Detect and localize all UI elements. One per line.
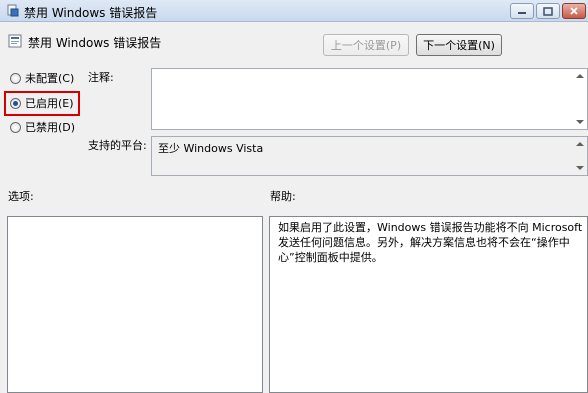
- help-text: 如果启用了此设置，Windows 错误报告功能将不向 Microsoft 发送任…: [278, 221, 583, 264]
- maximize-icon: [543, 6, 553, 16]
- scroll-up-icon[interactable]: [576, 73, 584, 79]
- window-title: 禁用 Windows 错误报告: [24, 6, 158, 20]
- radio-not-configured[interactable]: 未配置(C): [10, 70, 74, 86]
- policy-icon: [6, 4, 20, 18]
- next-setting-button[interactable]: 下一个设置(N): [416, 34, 502, 56]
- options-label: 选项:: [8, 190, 34, 203]
- options-panel: [7, 216, 263, 393]
- radio-button[interactable]: [10, 121, 21, 133]
- selection-highlight-box: [4, 91, 80, 116]
- help-label: 帮助:: [270, 190, 296, 203]
- scroll-up-icon[interactable]: [576, 141, 584, 147]
- setting-icon: [8, 34, 22, 48]
- radio-label: 已禁用(D): [25, 121, 76, 134]
- title-bar: 禁用 Windows 错误报告: [0, 0, 588, 22]
- scroll-down-icon[interactable]: [576, 165, 584, 171]
- maximize-button[interactable]: [536, 3, 560, 19]
- radio-button[interactable]: [10, 72, 21, 84]
- scroll-down-icon[interactable]: [576, 119, 584, 125]
- comment-textarea[interactable]: [151, 68, 588, 130]
- close-icon: [570, 7, 578, 15]
- platform-label: 支持的平台:: [88, 139, 147, 152]
- minimize-button[interactable]: [510, 3, 534, 19]
- previous-setting-button[interactable]: 上一个设置(P): [323, 34, 409, 56]
- platform-field: 至少 Windows Vista: [151, 136, 588, 176]
- comment-label: 注释:: [88, 71, 114, 84]
- minimize-icon: [518, 12, 526, 14]
- radio-disabled[interactable]: 已禁用(D): [10, 119, 75, 135]
- close-button[interactable]: [562, 3, 586, 19]
- setting-title: 禁用 Windows 错误报告: [28, 36, 162, 50]
- radio-label: 未配置(C): [25, 72, 75, 85]
- help-panel: 如果启用了此设置，Windows 错误报告功能将不向 Microsoft 发送任…: [269, 216, 588, 393]
- platform-value: 至少 Windows Vista: [158, 142, 264, 155]
